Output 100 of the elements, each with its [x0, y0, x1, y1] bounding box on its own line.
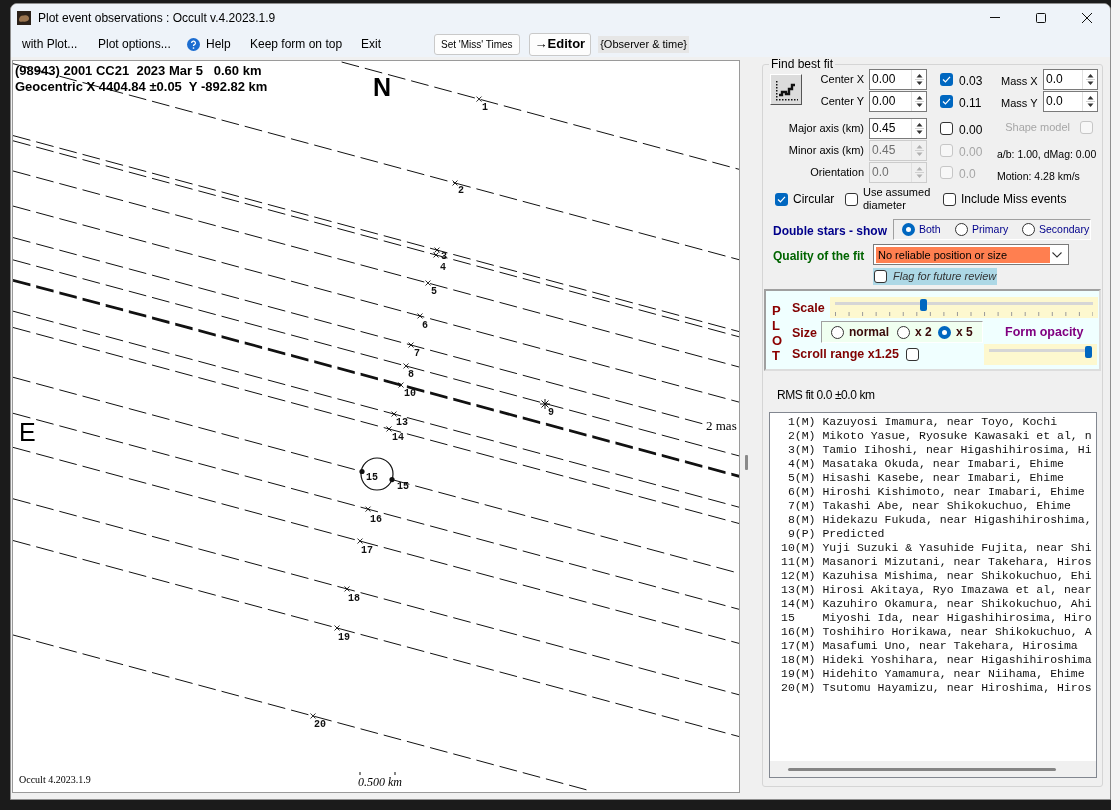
checkbox[interactable]: [775, 192, 788, 206]
editor-button[interactable]: →Editor: [528, 32, 592, 56]
checkbox[interactable]: [845, 192, 858, 206]
option-label: Use assumed diameter: [863, 186, 932, 212]
menu-item[interactable]: Plot options...: [98, 35, 171, 53]
up-down-arrows-icon: [914, 165, 924, 180]
scrollbar-thumb[interactable]: [788, 767, 1056, 771]
radio-button[interactable]: [938, 325, 951, 339]
asteroid-outline: [360, 457, 394, 491]
vertical-title: PLOT: [772, 303, 784, 363]
spin-button[interactable]: [911, 92, 926, 111]
field-label: Mass X: [1001, 74, 1038, 87]
cross-marker: [417, 313, 423, 319]
chord-label: 5: [431, 286, 437, 297]
cross-marker: [452, 180, 458, 186]
splitter-handle[interactable]: [745, 455, 748, 470]
observer-row[interactable]: 15 Miyoshi Ida, near Higashihirosima, Hiro: [781, 611, 1092, 625]
up-down-arrows-icon: [914, 72, 924, 87]
observer-row[interactable]: 9(P) Predicted: [781, 527, 885, 541]
number-field[interactable]: 0.0: [1043, 69, 1098, 90]
fit-value: 0.00: [959, 144, 983, 159]
set-miss-times-button[interactable]: Set 'Miss' Times: [434, 33, 520, 55]
info-text: a/b: 1.00, dMag: 0.00: [997, 147, 1097, 160]
cross-marker: [476, 96, 482, 103]
chord-label: 15: [366, 472, 378, 483]
observer-row[interactable]: 18(M) Hideki Yoshihara, near Higashihiroshima: [781, 653, 1092, 667]
checkbox[interactable]: [906, 348, 919, 361]
spin-button[interactable]: [1082, 70, 1097, 89]
event-dot: [389, 477, 395, 483]
cross-marker: [408, 342, 414, 348]
help-menu[interactable]: Help: [187, 35, 231, 53]
chord-label: 7: [414, 348, 420, 359]
chord-label: 6: [422, 320, 428, 331]
radio-button[interactable]: [955, 223, 968, 236]
observer-row[interactable]: 17(M) Masafumi Uno, near Takehara, Hirosima: [781, 639, 1078, 653]
spin-button[interactable]: [911, 119, 926, 138]
horizontal-scrollbar[interactable]: [770, 761, 1096, 777]
best-fit-button[interactable]: [770, 74, 802, 105]
scale-label: 0.500 km: [358, 776, 402, 789]
observer-row[interactable]: 1(M) Kazuyosi Imamura, near Toyo, Kochi: [781, 415, 1058, 429]
observer-row[interactable]: 3(M) Tamio Iihoshi, near Higashihirosima, Hi: [781, 443, 1092, 457]
radio-button[interactable]: [1022, 223, 1035, 236]
chord-label: 1: [482, 102, 488, 113]
rms-text: RMS fit 0.0 ±0.0 km: [777, 388, 875, 402]
checkbox[interactable]: [940, 122, 953, 135]
menu-item[interactable]: Exit: [361, 35, 381, 53]
checkbox[interactable]: [940, 73, 953, 86]
cross-marker: [403, 363, 409, 369]
observer-row[interactable]: 12(M) Kazuhisa Mishima, near Shikokuchuo, Ehi: [781, 569, 1092, 583]
up-down-arrows-icon: [1085, 94, 1095, 109]
radio-label: x 5: [956, 324, 973, 341]
observer-row[interactable]: 5(M) Hisashi Kasebe, near Imabari, Ehime: [781, 471, 1064, 485]
checkbox[interactable]: [943, 192, 956, 206]
checkbox[interactable]: [940, 95, 953, 108]
cross-marker: [365, 506, 371, 513]
observer-row[interactable]: 11(M) Masanori Mizutani, near Takehara, Hiros: [781, 555, 1092, 569]
cross-marker: [334, 625, 340, 631]
chord-label: 20: [314, 719, 326, 730]
observer-row[interactable]: 16(M) Toshihiro Horikawa, near Shikokuchuo, A: [781, 625, 1092, 639]
radio-button[interactable]: [831, 325, 844, 339]
number-field[interactable]: 0.0: [1043, 91, 1098, 112]
observer-row[interactable]: 8(M) Hidekazu Fukuda, near Higashihiroshima,: [781, 513, 1092, 527]
chord-label: 18: [348, 593, 360, 604]
observer-row[interactable]: 13(M) Hirosi Akitaya, Ryo Imazawa et al, near: [781, 583, 1092, 597]
menu-item[interactable]: with Plot...: [22, 35, 78, 53]
observer-row[interactable]: 2(M) Mikoto Yasue, Ryosuke Kawasaki et al, n: [781, 429, 1092, 443]
cross-marker: [357, 538, 363, 544]
slider-thumb[interactable]: [920, 298, 928, 311]
info-text: Motion: 4.28 km/s: [997, 169, 1080, 182]
observer-row[interactable]: 14(M) Kazuhiro Okamura, near Shikokuchuo, Ahi: [781, 597, 1092, 611]
spin-button[interactable]: [911, 70, 926, 89]
asteroid-icon: [17, 10, 31, 25]
cross-marker: [398, 382, 404, 388]
close-icon: [1082, 12, 1092, 23]
observer-row[interactable]: 20(M) Tsutomu Hayamizu, near Hiroshima, Hiros: [781, 681, 1092, 695]
observer-time-label: {Observer & time}: [598, 35, 689, 53]
field-label: Mass Y: [1001, 96, 1038, 109]
slider-thumb[interactable]: [1085, 346, 1092, 358]
checkbox[interactable]: [874, 270, 887, 283]
chord-label: 9: [548, 407, 554, 418]
cross-marker: [344, 586, 350, 592]
chord-label: 16: [370, 514, 382, 525]
observer-row[interactable]: 10(M) Yuji Suzuki & Yasuhide Fujita, near Shi: [781, 541, 1092, 555]
number-field[interactable]: 0.45: [869, 118, 927, 139]
observer-row[interactable]: 19(M) Hidehito Yamamura, near Niihama, Ehime: [781, 667, 1085, 681]
radio-button[interactable]: [897, 325, 910, 339]
number-field[interactable]: 0.00: [869, 69, 927, 90]
observer-list[interactable]: [769, 412, 1097, 778]
chord-label: 14: [392, 432, 404, 443]
observer-row[interactable]: 7(M) Takashi Abe, near Shikokuchuo, Ehime: [781, 499, 1071, 513]
cross-marker: [425, 280, 431, 286]
radio-label: normal: [849, 324, 889, 341]
observer-row[interactable]: 4(M) Masataka Okuda, near Imabari, Ehime: [781, 457, 1064, 471]
section-label: Quality of the fit: [773, 248, 865, 263]
quality-dropdown[interactable]: No reliable position or size: [873, 244, 1069, 265]
menu-item[interactable]: Keep form on top: [250, 35, 343, 53]
observer-row[interactable]: 6(M) Hiroshi Kishimoto, near Imabari, Ehime: [781, 485, 1085, 499]
spin-button[interactable]: [1082, 92, 1097, 111]
radio-button[interactable]: [902, 223, 915, 236]
number-field[interactable]: 0.00: [869, 91, 927, 112]
